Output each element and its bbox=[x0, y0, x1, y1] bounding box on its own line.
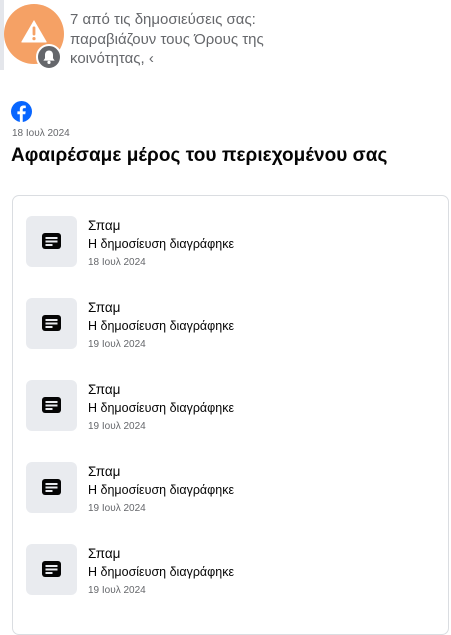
post-icon bbox=[42, 233, 61, 249]
item-title: Σπαμ bbox=[88, 300, 121, 315]
list-item[interactable]: Σπαμ Η δημοσίευση διαγράφηκε 19 Ιουλ 202… bbox=[26, 544, 426, 596]
item-date: 19 Ιουλ 2024 bbox=[88, 421, 146, 432]
post-thumbnail bbox=[26, 462, 77, 513]
removed-content-card: Σπαμ Η δημοσίευση διαγράφηκε 18 Ιουλ 202… bbox=[12, 195, 449, 635]
post-icon bbox=[42, 479, 61, 495]
item-title: Σπαμ bbox=[88, 218, 121, 233]
bell-badge bbox=[36, 44, 62, 70]
list-item[interactable]: Σπαμ Η δημοσίευση διαγράφηκε 19 Ιουλ 202… bbox=[26, 298, 426, 350]
post-icon bbox=[42, 561, 61, 577]
item-title: Σπαμ bbox=[88, 464, 121, 479]
item-status: Η δημοσίευση διαγράφηκε bbox=[88, 401, 235, 415]
post-thumbnail bbox=[26, 544, 77, 595]
list-item[interactable]: Σπαμ Η δημοσίευση διαγράφηκε 19 Ιουλ 202… bbox=[26, 462, 426, 514]
post-icon bbox=[42, 315, 61, 331]
post-thumbnail bbox=[26, 216, 77, 267]
item-date: 19 Ιουλ 2024 bbox=[88, 503, 146, 514]
item-date: 19 Ιουλ 2024 bbox=[88, 585, 146, 596]
item-date: 18 Ιουλ 2024 bbox=[88, 257, 146, 268]
list-item[interactable]: Σπαμ Η δημοσίευση διαγράφηκε 19 Ιουλ 202… bbox=[26, 380, 426, 432]
post-thumbnail bbox=[26, 380, 77, 431]
item-status: Η δημοσίευση διαγράφηκε bbox=[88, 565, 235, 579]
item-title: Σπαμ bbox=[88, 546, 121, 561]
item-date: 19 Ιουλ 2024 bbox=[88, 339, 146, 350]
warning-icon bbox=[21, 20, 47, 43]
notification-header[interactable]: 7 από τις δημοσιεύσεις σας: παραβιάζουν … bbox=[0, 0, 451, 72]
facebook-logo-icon bbox=[11, 101, 32, 122]
page-title: Αφαιρέσαμε μέρος του περιεχομένου σας bbox=[11, 145, 388, 166]
item-status: Η δημοσίευση διαγράφηκε bbox=[88, 483, 235, 497]
item-title: Σπαμ bbox=[88, 382, 121, 397]
report-date: 18 Ιουλ 2024 bbox=[12, 128, 70, 139]
post-icon bbox=[42, 397, 61, 413]
item-status: Η δημοσίευση διαγράφηκε bbox=[88, 319, 235, 333]
bell-icon bbox=[43, 50, 55, 64]
notification-text: 7 από τις δημοσιεύσεις σας: παραβιάζουν … bbox=[70, 11, 264, 67]
post-thumbnail bbox=[26, 298, 77, 349]
item-status: Η δημοσίευση διαγράφηκε bbox=[88, 237, 235, 251]
list-item[interactable]: Σπαμ Η δημοσίευση διαγράφηκε 18 Ιουλ 202… bbox=[26, 216, 426, 268]
